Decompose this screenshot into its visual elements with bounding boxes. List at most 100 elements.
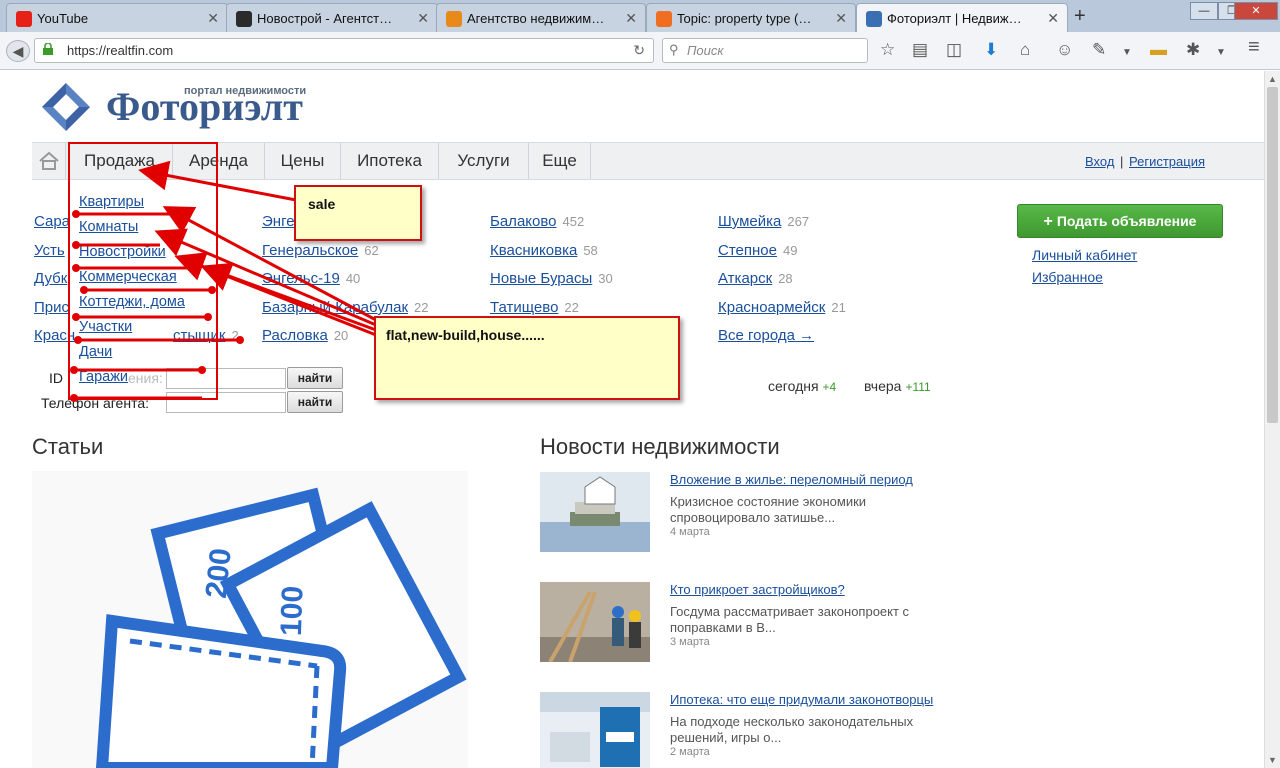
search-id-label: ID [49,370,63,386]
new-tab-button[interactable]: + [1074,5,1086,28]
city-link[interactable]: Энгельс-19 40 [262,270,360,287]
post-ad-button[interactable]: + Подать объявление [1017,204,1223,238]
agent-phone-input[interactable] [166,392,286,413]
city-link[interactable]: Дубк [34,270,67,287]
close-tab-icon[interactable]: ✕ [835,10,847,27]
article-image[interactable]: 200 100 [32,471,468,768]
reading-list-icon[interactable]: ▤ [912,41,928,59]
news-title-3[interactable]: Ипотека: что еще придумали законотворцы [670,692,933,707]
news-image-3[interactable] [540,692,650,768]
city-link[interactable]: Энге [262,213,295,230]
youtube-icon [16,11,32,27]
city-link[interactable]: Красноармейск 21 [718,299,846,316]
city-link[interactable]: Расловка 20 [262,327,348,344]
city-link[interactable]: Балаково 452 [490,213,584,230]
home-icon[interactable]: ⌂ [1020,41,1030,59]
search-icon: ⚲ [669,42,679,57]
stat-yesterday: вчера +111 [864,378,931,394]
news-image-1[interactable] [540,472,650,552]
city-link-tail[interactable]: стыщик 2 [173,327,239,344]
reload-icon[interactable]: ↻ [633,42,645,59]
download-icon[interactable]: ⬇ [984,41,998,59]
site-favicon-icon [236,11,252,27]
scroll-up-icon[interactable]: ▲ [1268,74,1277,84]
city-link[interactable]: Генеральское 62 [262,242,379,259]
post-ad-label: Подать объявление [1056,213,1197,229]
city-link[interactable]: Усть [34,242,65,259]
close-tab-icon[interactable]: ✕ [417,10,429,27]
tab-title: YouTube [37,11,89,26]
menu-mortgage[interactable]: Ипотека [341,143,439,179]
news-image-2[interactable] [540,582,650,662]
main-menu: Продажа Аренда Цены Ипотека Услуги Еще В… [32,142,1264,180]
news-title-2[interactable]: Кто прикроет застройщиков? [670,582,845,597]
tab-title: Фоториэлт | Недвижимос... [887,11,1027,26]
back-button[interactable]: ◀ [6,40,30,62]
forum-icon [656,11,672,27]
city-link[interactable]: Красн [34,327,75,344]
tab-fotorielt[interactable]: Фоториэлт | Недвижимос... ✕ [856,3,1068,32]
city-link[interactable]: Аткарск 28 [718,270,793,287]
tab-youtube[interactable]: YouTube ✕ [6,3,228,32]
close-window-button[interactable]: ✕ [1234,2,1278,20]
pocket-icon[interactable]: ◫ [946,41,962,59]
fotorielt-favicon-icon [866,11,882,27]
smiley-icon[interactable]: ☺ [1056,41,1073,59]
menu-prices[interactable]: Цены [265,143,341,179]
close-tab-icon[interactable]: ✕ [625,10,637,27]
plus-icon: + [1043,213,1053,230]
city-link[interactable]: Татищево 22 [490,299,579,316]
chevron-down-icon[interactable]: ▼ [1122,44,1132,62]
city-link[interactable]: Шумейка 267 [718,213,809,230]
all-cities-link[interactable]: Все города → [718,327,814,344]
news-text-3: На подходе несколько законодательных реш… [670,714,914,745]
id-search-input[interactable] [166,368,286,389]
close-tab-icon[interactable]: ✕ [1047,10,1059,27]
bookmark-star-icon[interactable]: ☆ [880,41,895,59]
extension-icon[interactable]: ▬ [1150,41,1167,59]
menu-sale[interactable]: Продажа [67,143,173,179]
favorites-link[interactable]: Избранное [1032,269,1103,285]
cabinet-link[interactable]: Личный кабинет [1032,247,1137,263]
find-phone-button[interactable]: найти [287,391,343,413]
addon-icon[interactable]: ✱ [1186,41,1200,59]
menu-rent[interactable]: Аренда [173,143,265,179]
home-icon [39,151,59,170]
news-text-1: Кризисное состояние экономики спровоциро… [670,494,867,525]
tab-novostroy[interactable]: Новострой - Агентство не... ✕ [226,3,438,32]
find-id-button[interactable]: найти [287,367,343,389]
url-bar[interactable]: https://realtfin.com ↻ [34,38,654,63]
login-link[interactable]: Вход [1085,154,1114,169]
scroll-down-icon[interactable]: ▼ [1268,755,1277,765]
minimize-button[interactable]: — [1190,2,1218,20]
tab-agency[interactable]: Агентство недвижимости ... ✕ [436,3,646,32]
chevron-down-icon[interactable]: ▼ [1216,44,1226,62]
menu-home[interactable] [32,143,66,179]
city-link[interactable]: Степное 49 [718,242,797,259]
news-text-2: Госдума рассматривает законопроект с поп… [670,604,910,635]
browser-search-input[interactable]: ⚲ Поиск [662,38,868,63]
eyedropper-icon[interactable]: ✎ [1092,41,1106,59]
articles-heading: Статьи [32,434,104,459]
tab-topic[interactable]: Topic: property type (1/1) -... ✕ [646,3,856,32]
city-link[interactable]: Новые Бурасы 30 [490,270,613,287]
register-link[interactable]: Регистрация [1129,154,1205,169]
tab-title: Новострой - Агентство не... [257,11,397,26]
close-tab-icon[interactable]: ✕ [207,10,219,27]
news-date-2: 3 марта [670,636,710,648]
tab-title: Topic: property type (1/1) -... [677,11,815,26]
news-title-1[interactable]: Вложение в жилье: переломный период [670,472,913,487]
menu-hamburger-icon[interactable]: ≡ [1248,37,1260,57]
menu-more[interactable]: Еще [529,143,591,179]
city-link[interactable]: Сара [34,213,70,230]
city-link[interactable]: Базарный Карабулак 22 [262,299,429,316]
menu-services[interactable]: Услуги [439,143,529,179]
scrollbar-thumb[interactable] [1267,87,1278,423]
page-scrollbar[interactable]: ▲ ▼ [1264,71,1280,768]
agent-phone-label: Телефон агента: [41,395,150,411]
city-link[interactable]: Прис [34,299,69,316]
page-content: Фоториэлт портал недвижимости Продажа Ар… [0,71,1264,768]
login-separator: | [1120,154,1124,169]
logo-icon[interactable] [40,81,92,133]
city-link[interactable]: Квасниковка 58 [490,242,598,259]
